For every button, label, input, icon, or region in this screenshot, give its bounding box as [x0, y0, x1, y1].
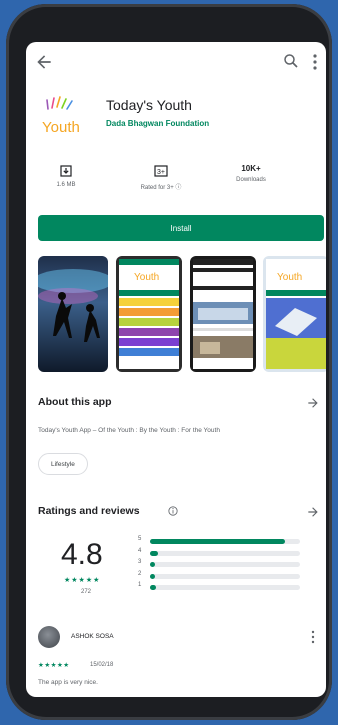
rated-icon: 3+: [154, 165, 168, 177]
review-more-icon[interactable]: [310, 630, 316, 644]
app-menu-preview: Youth: [119, 259, 179, 369]
app-title: Today's Youth: [106, 97, 192, 113]
developer-link[interactable]: Dada Bhagwan Foundation: [106, 119, 209, 128]
rating-bar-track: [150, 573, 300, 579]
rating-bar-label: 4: [138, 547, 142, 554]
reviewer-name: ASHOK SOSA: [71, 633, 114, 640]
rating-count: 272: [80, 589, 91, 595]
svg-text:Youth: Youth: [277, 272, 302, 283]
stat-size: 1.6 MB: [31, 164, 101, 188]
screenshot-3[interactable]: [190, 256, 256, 372]
phone-frame: Youth Today's Youth Dada Bhagwan Foundat…: [6, 4, 332, 720]
review-text: The app is very nice.: [38, 679, 98, 686]
review-date: 15/02/18: [90, 662, 114, 668]
ratings-title: Ratings and reviews: [38, 505, 140, 517]
app-logo: Youth: [42, 96, 80, 136]
rating-bar-row: 5: [138, 536, 313, 546]
ratings-arrow-icon[interactable]: [306, 505, 320, 519]
rating-bar-fill: [150, 573, 155, 579]
rating-bar-label: 1: [138, 582, 142, 588]
rating-bar-row: 4: [138, 548, 313, 558]
svg-text:3+: 3+: [157, 169, 165, 176]
rating-bar-row: 1: [138, 582, 313, 592]
play-store-screen: Youth Today's Youth Dada Bhagwan Foundat…: [26, 42, 326, 697]
more-options-icon[interactable]: [309, 52, 321, 72]
info-icon[interactable]: [168, 506, 178, 516]
stat-rating: 3+ Rated for 3+ ⓘ: [126, 164, 196, 191]
rating-bar-track: [150, 539, 300, 544]
app-article-preview: [193, 259, 253, 369]
install-button[interactable]: Install: [38, 215, 324, 241]
screenshot-2[interactable]: Youth: [116, 256, 182, 372]
rating-bar-label: 2: [138, 570, 142, 577]
rating-bar-fill: [150, 550, 158, 556]
stat-downloads-value: 10K+: [241, 164, 261, 173]
rating-stars: ★★★★★: [64, 577, 101, 584]
svg-text:Youth: Youth: [134, 272, 159, 283]
screenshot-1[interactable]: [38, 256, 108, 372]
about-arrow-icon[interactable]: [306, 396, 320, 410]
rating-bar-label: 5: [138, 536, 142, 542]
rating-bar-label: 3: [138, 559, 142, 565]
rating-bar-track: [150, 550, 300, 556]
top-bar: [26, 42, 326, 84]
about-title: About this app: [38, 396, 112, 408]
rating-score: 4.8: [61, 538, 103, 571]
rating-bar-fill: [150, 539, 285, 544]
rating-bar-fill: [150, 585, 156, 590]
review-stars: ★★★★★: [38, 662, 70, 669]
stat-rating-label[interactable]: Rated for 3+ ⓘ: [126, 182, 196, 191]
rating-bar-row: 3: [138, 559, 313, 569]
screenshot-4[interactable]: Youth: [263, 256, 326, 372]
rating-bar-track: [150, 562, 300, 567]
stat-size-label: 1.6 MB: [56, 182, 76, 188]
dancers-image: [38, 269, 108, 342]
rating-bar-fill: [150, 562, 155, 567]
back-arrow-icon[interactable]: [34, 52, 54, 72]
category-chip[interactable]: Lifestyle: [38, 453, 88, 475]
search-icon[interactable]: [282, 52, 300, 70]
about-description: Today's Youth App – Of the Youth : By th…: [38, 427, 220, 434]
rating-bar-track: [150, 585, 300, 590]
avatar: [38, 626, 60, 648]
rating-bar-row: 2: [138, 571, 313, 581]
stat-downloads-label: Downloads: [236, 177, 266, 183]
stat-downloads: 10K+ Downloads: [216, 164, 286, 183]
app-book-preview: Youth: [266, 259, 326, 369]
logo-text: Youth: [42, 119, 80, 136]
download-icon: [60, 165, 72, 177]
